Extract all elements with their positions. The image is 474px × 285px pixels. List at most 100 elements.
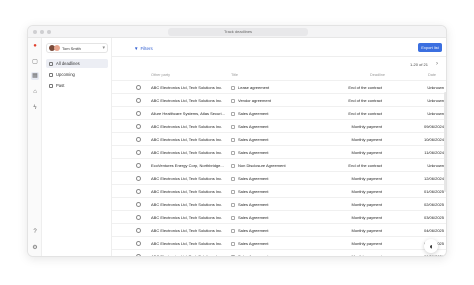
title-cell: Sales Agreement: [238, 202, 269, 207]
deadline-cell: End of the contract: [348, 98, 382, 103]
table-row[interactable]: ABC Electronics Ltd, Tech Solutions Inc.…: [112, 236, 446, 249]
title-cell: Lease agreement: [238, 85, 270, 90]
chat-bubble-icon[interactable]: ◖: [424, 239, 438, 253]
date-cell: 06/06/2025: [423, 254, 444, 257]
title-cell: Sales Agreement: [238, 254, 269, 257]
status-icon: [136, 228, 141, 233]
table-row[interactable]: ABC Electronics Ltd, Tech Solutions Inc.…: [112, 80, 446, 93]
lightning-icon[interactable]: ϟ: [31, 104, 39, 112]
filters-label: Filters: [140, 46, 153, 51]
status-icon: [136, 189, 141, 194]
document-icon[interactable]: ▢: [31, 58, 39, 66]
party-cell: Allure Healthcare Systems, Atlas Securi.…: [151, 111, 225, 116]
party-cell: EcoVentures Energy Corp, Northbridge...: [151, 163, 224, 168]
calendar-icon[interactable]: ▦: [31, 72, 39, 80]
document-icon: [231, 111, 235, 116]
close-dot[interactable]: [33, 30, 37, 34]
help-icon[interactable]: ?: [31, 228, 39, 236]
title-cell: Sales Agreement: [238, 150, 269, 155]
date-cell: 03/06/2025: [423, 215, 444, 220]
date-cell: Unknown: [427, 111, 444, 116]
document-icon: [231, 215, 235, 220]
logo-icon[interactable]: ●: [31, 42, 39, 50]
deadline-cell: End of the contract: [348, 111, 382, 116]
settings-icon[interactable]: ⚙: [31, 244, 39, 252]
deadline-cell: Monthly payment: [351, 215, 382, 220]
user-switcher[interactable]: Tom Smith ▾: [46, 43, 108, 53]
status-icon: [136, 137, 141, 142]
party-cell: ABC Electronics Ltd, Tech Solutions Inc.: [151, 241, 223, 246]
document-icon: [231, 241, 235, 246]
address-bar[interactable]: Track deadlines: [168, 28, 308, 36]
chevron-down-icon: ▾: [102, 45, 105, 51]
deadline-cell: Monthly payment: [351, 176, 382, 181]
column-header-party[interactable]: Other party: [151, 73, 170, 77]
sidebar: Tom Smith ▾ All deadlines Upcoming Past: [42, 38, 112, 256]
status-icon: [136, 150, 141, 155]
table-row[interactable]: ABC Electronics Ltd, Tech Solutions Inc.…: [112, 93, 446, 106]
date-cell: 10/06/2024: [423, 137, 444, 142]
filters-button[interactable]: ▼ Filters: [134, 46, 153, 51]
table-row[interactable]: ABC Electronics Ltd, Tech Solutions Inc.…: [112, 249, 446, 257]
deadline-cell: Monthly payment: [351, 254, 382, 257]
sidebar-item-past[interactable]: Past: [46, 81, 108, 90]
table-row[interactable]: ABC Electronics Ltd, Tech Solutions Inc.…: [112, 223, 446, 236]
table-row[interactable]: EcoVentures Energy Corp, Northbridge... N…: [112, 158, 446, 171]
sidebar-item-all-deadlines[interactable]: All deadlines: [46, 59, 108, 68]
table-row[interactable]: ABC Electronics Ltd, Tech Solutions Inc.…: [112, 132, 446, 145]
document-icon: [231, 150, 235, 155]
party-cell: ABC Electronics Ltd, Tech Solutions Inc.: [151, 202, 223, 207]
pagination-label: 1-20 of 21: [409, 61, 428, 67]
column-header-deadline[interactable]: Deadline: [370, 73, 385, 77]
calendar-icon: [49, 83, 53, 88]
title-cell: Sales Agreement: [238, 124, 269, 129]
status-icon: [136, 241, 141, 246]
date-cell: 01/06/2025: [423, 189, 444, 194]
column-header-date[interactable]: Date: [428, 73, 436, 77]
table-row[interactable]: ABC Electronics Ltd, Tech Solutions Inc.…: [112, 145, 446, 158]
chevron-right-icon[interactable]: ›: [436, 61, 438, 67]
status-icon: [136, 176, 141, 181]
main-content: ▼ Filters Export list 1-20 of 21 › Other…: [112, 38, 446, 257]
deadline-cell: Monthly payment: [351, 124, 382, 129]
divider: [112, 56, 446, 57]
document-icon: [231, 228, 235, 233]
title-cell: Sales Agreement: [238, 215, 269, 220]
date-cell: 12/06/2024: [423, 176, 444, 181]
sidebar-item-upcoming[interactable]: Upcoming: [46, 70, 108, 79]
export-list-button[interactable]: Export list: [418, 43, 442, 52]
date-cell: Unknown: [427, 98, 444, 103]
filter-icon: ▼: [134, 46, 139, 51]
document-icon: [231, 176, 235, 181]
document-icon: [231, 254, 235, 256]
table-row[interactable]: ABC Electronics Ltd, Tech Solutions Inc.…: [112, 210, 446, 223]
avatar: [54, 45, 60, 51]
bank-icon[interactable]: ⌂: [31, 88, 39, 96]
sidebar-item-label: Past: [56, 83, 65, 88]
scrollbar[interactable]: [444, 92, 446, 192]
icon-rail: ● ▢ ▦ ⌂ ϟ ? ⚙: [28, 38, 42, 256]
sidebar-item-label: Upcoming: [56, 72, 75, 77]
table-row[interactable]: ABC Electronics Ltd, Tech Solutions Inc.…: [112, 119, 446, 132]
deadline-cell: Monthly payment: [351, 150, 382, 155]
table-row[interactable]: ABC Electronics Ltd, Tech Solutions Inc.…: [112, 171, 446, 184]
calendar-icon: [49, 72, 53, 77]
table-row[interactable]: Allure Healthcare Systems, Atlas Securi.…: [112, 106, 446, 119]
status-icon: [136, 202, 141, 207]
maximize-dot[interactable]: [47, 30, 51, 34]
table-row[interactable]: ABC Electronics Ltd, Tech Solutions Inc.…: [112, 197, 446, 210]
date-cell: 02/06/2025: [423, 202, 444, 207]
deadline-cell: End of the contract: [348, 163, 382, 168]
window-controls[interactable]: [33, 30, 51, 34]
table-row[interactable]: ABC Electronics Ltd, Tech Solutions Inc.…: [112, 184, 446, 197]
deadline-cell: End of the contract: [348, 85, 382, 90]
date-cell: Unknown: [427, 85, 444, 90]
deadline-cell: Monthly payment: [351, 228, 382, 233]
title-cell: Sales Agreement: [238, 176, 269, 181]
status-icon: [136, 163, 141, 168]
party-cell: ABC Electronics Ltd, Tech Solutions Inc.: [151, 150, 223, 155]
title-cell: Sales Agreement: [238, 189, 269, 194]
minimize-dot[interactable]: [40, 30, 44, 34]
table-header: Other party Title Deadline Date: [112, 71, 446, 80]
column-header-title[interactable]: Title: [231, 73, 238, 77]
